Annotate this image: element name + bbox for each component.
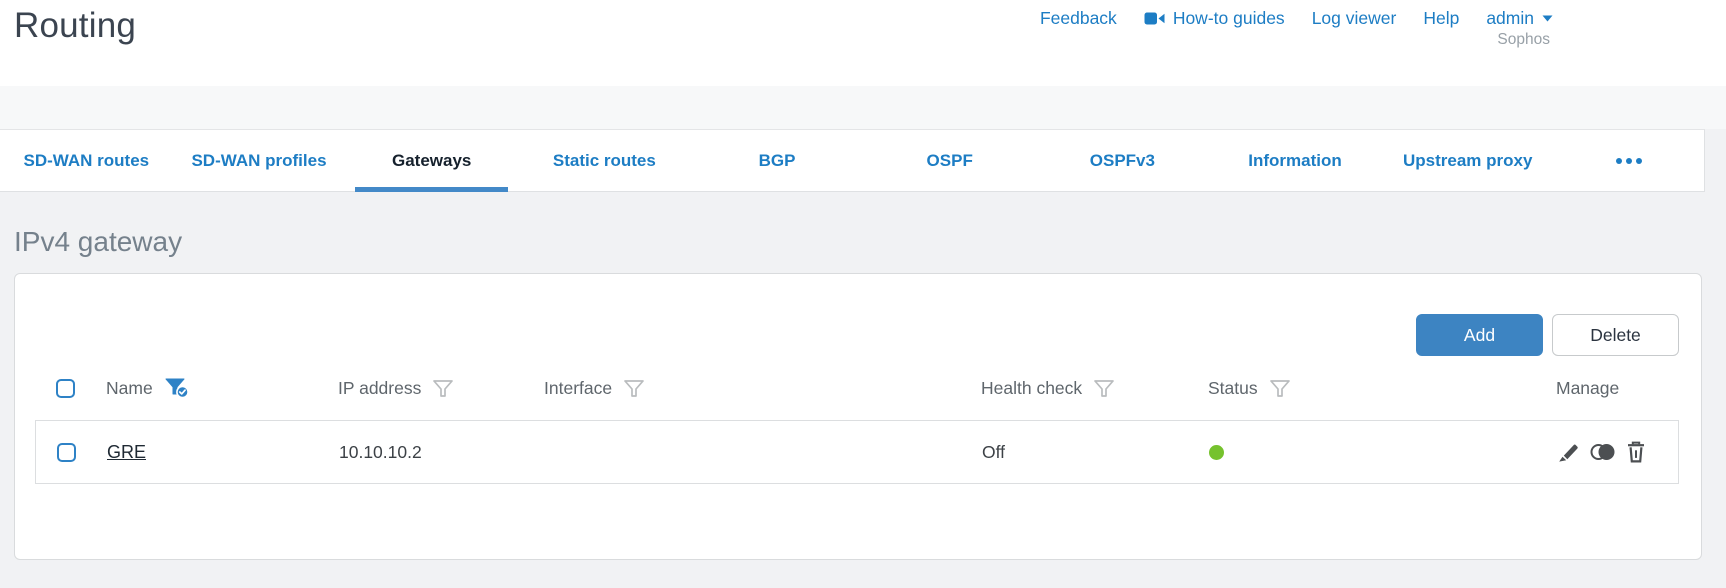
health-check-cell: Off [982, 441, 1006, 462]
tab-bgp[interactable]: BGP [691, 130, 864, 191]
add-button[interactable]: Add [1416, 314, 1543, 356]
gateway-name-link[interactable]: GRE [107, 442, 146, 462]
column-header-ip-address: IP address [338, 377, 422, 398]
log-viewer-label: Log viewer [1311, 8, 1397, 28]
header-links: Feedback How-to guides Log viewer Help a… [1040, 8, 1553, 29]
ellipsis-icon [1616, 157, 1623, 164]
toolbar: Add Delete [35, 314, 1679, 356]
top-header: Routing Feedback How-to guides Log viewe… [0, 0, 1726, 86]
clone-icon[interactable] [1590, 443, 1616, 461]
tab-static-routes[interactable]: Static routes [518, 130, 691, 191]
gateway-card: Add Delete Name IP address Interface Hea… [14, 273, 1702, 560]
delete-button[interactable]: Delete [1552, 314, 1679, 356]
tab-ospf[interactable]: OSPF [863, 130, 1036, 191]
tab-ospfv3[interactable]: OSPFv3 [1036, 130, 1209, 191]
tab-gateways[interactable]: Gateways [345, 130, 518, 192]
column-header-interface: Interface [544, 377, 613, 398]
delete-icon[interactable] [1626, 441, 1646, 463]
table-header: Name IP address Interface Health check S… [35, 356, 1679, 420]
admin-label: admin [1486, 8, 1534, 28]
feedback-label: Feedback [1039, 8, 1117, 28]
how-to-guides-link[interactable]: How-to guides [1144, 8, 1285, 29]
tab-bar: SD-WAN routes SD-WAN profiles Gateways S… [0, 129, 1705, 192]
main-content: IPv4 gateway Add Delete Name IP address … [0, 226, 1726, 560]
log-viewer-link[interactable]: Log viewer [1312, 8, 1397, 29]
how-to-guides-label: How-to guides [1172, 8, 1285, 28]
filter-icon[interactable] [1094, 379, 1115, 397]
help-label: Help [1423, 8, 1460, 28]
filter-active-icon[interactable] [165, 378, 189, 399]
video-camera-icon [1144, 11, 1165, 26]
tab-sdwan-routes[interactable]: SD-WAN routes [0, 130, 173, 191]
filter-icon[interactable] [433, 379, 454, 397]
more-tabs-button[interactable] [1554, 130, 1704, 191]
row-checkbox[interactable] [57, 442, 76, 462]
column-header-manage: Manage [1556, 377, 1620, 398]
tab-information[interactable]: Information [1209, 130, 1382, 191]
feedback-link[interactable]: Feedback [1040, 8, 1117, 29]
filter-icon[interactable] [624, 379, 644, 397]
tab-sdwan-profiles[interactable]: SD-WAN profiles [173, 130, 346, 191]
table-row: GRE 10.10.10.2 Off [36, 421, 1678, 483]
brand-label: Sophos [1497, 31, 1550, 48]
caret-down-icon [1542, 15, 1553, 22]
status-up-indicator [1209, 444, 1224, 460]
ip-address-cell: 10.10.10.2 [339, 441, 422, 462]
table-body: GRE 10.10.10.2 Off [35, 420, 1679, 484]
tab-upstream-proxy[interactable]: Upstream proxy [1381, 130, 1554, 191]
column-header-status: Status [1208, 377, 1258, 398]
select-all-checkbox[interactable] [56, 378, 75, 398]
help-link[interactable]: Help [1423, 8, 1459, 29]
section-heading: IPv4 gateway [14, 226, 183, 257]
filter-icon[interactable] [1269, 379, 1290, 397]
edit-icon[interactable] [1557, 441, 1580, 463]
header-spacer [0, 86, 1726, 129]
column-header-name: Name [106, 377, 153, 398]
admin-menu[interactable]: admin [1486, 8, 1553, 29]
column-header-health-check: Health check [981, 377, 1083, 398]
